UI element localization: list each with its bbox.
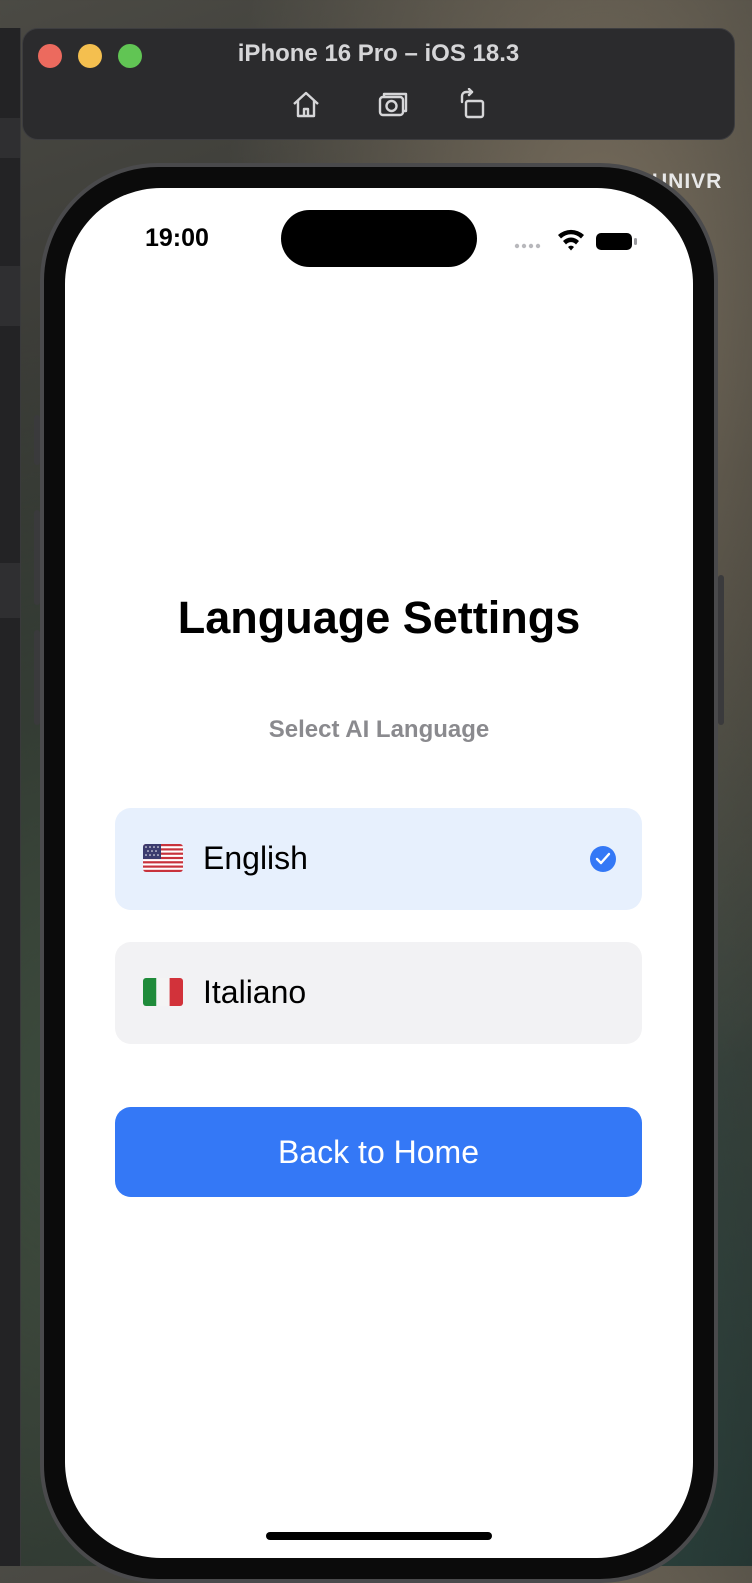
wifi-icon [558, 229, 584, 251]
us-flag-icon [143, 844, 183, 872]
status-time: 19:00 [145, 224, 209, 252]
home-indicator [266, 1532, 492, 1540]
home-icon[interactable] [289, 88, 323, 122]
background-window-row [0, 118, 20, 158]
rotate-icon[interactable] [456, 87, 490, 122]
language-option-label: English [203, 840, 308, 876]
back-to-home-button[interactable]: Back to Home [115, 1107, 642, 1197]
language-option-label: Italiano [203, 974, 307, 1010]
background-window [0, 28, 21, 1566]
power-button [718, 575, 724, 725]
status-icons [514, 226, 638, 254]
screenshot-icon[interactable] [376, 88, 410, 122]
simulator-title: iPhone 16 Pro – iOS 18.3 [237, 40, 520, 67]
background-window-row [0, 563, 20, 618]
dynamic-island [281, 210, 477, 267]
battery-icon [596, 233, 637, 250]
page-subtitle: Select AI Language [268, 716, 490, 743]
checkmark-icon [590, 846, 616, 872]
language-option-english[interactable]: English [115, 808, 642, 910]
language-option-italiano[interactable]: Italiano [115, 942, 642, 1044]
italy-flag-icon [143, 978, 183, 1006]
background-window-row [0, 266, 20, 326]
cellular-icon [514, 243, 541, 249]
page-title: Language Settings [177, 592, 581, 643]
